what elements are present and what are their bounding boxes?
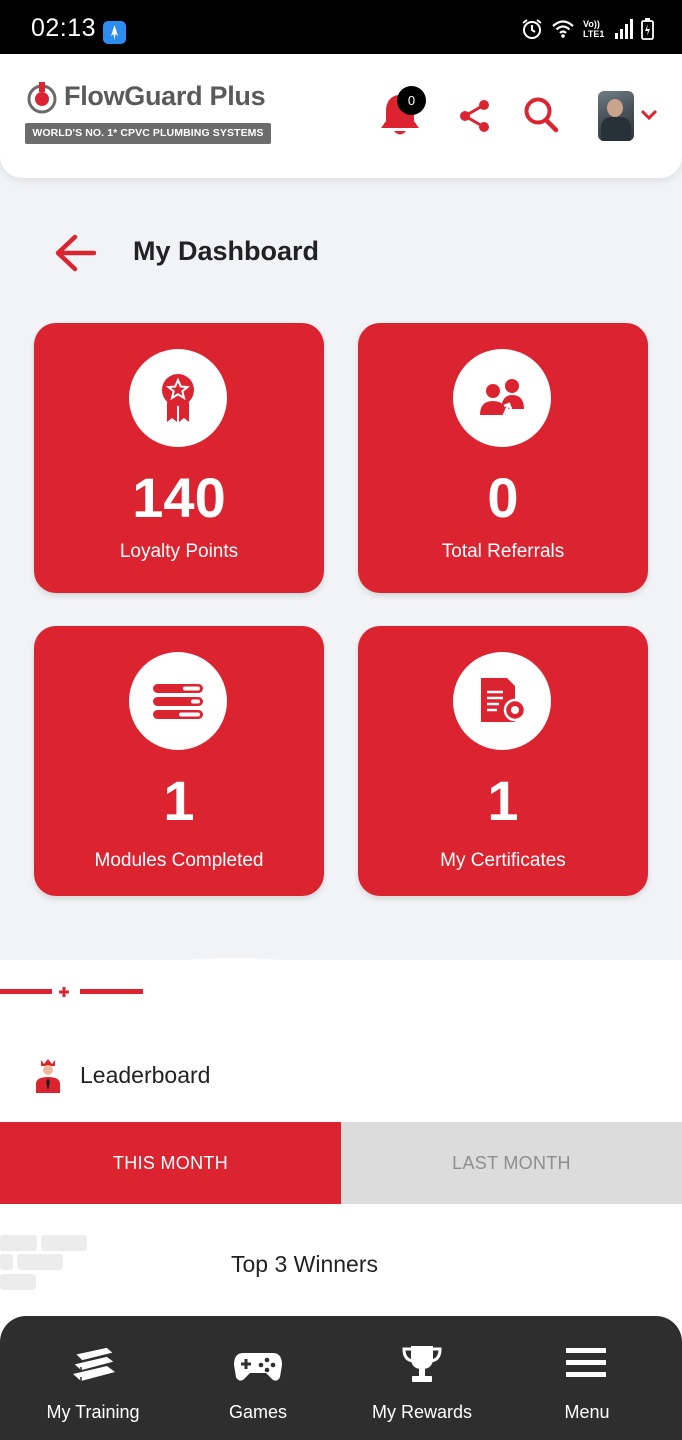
brand-name: FlowGuard Plus [64,81,266,111]
total-referrals-value: 0 [487,466,519,529]
page-title: My Dashboard [133,236,320,266]
total-referrals-label: Total Referrals [441,541,565,562]
brand-logo-icon [27,82,57,114]
my-certificates-label: My Certificates [440,850,566,871]
my-certificates-value: 1 [487,769,519,832]
wifi-icon [552,20,574,38]
nav-my-rewards[interactable]: My Rewards [337,1316,507,1440]
modules-list-icon [153,684,203,719]
modules-completed-value: 1 [163,769,195,832]
card-icon-circle [129,349,227,447]
modules-completed-card[interactable]: 1 Modules Completed [34,626,324,896]
share-icon[interactable] [459,99,491,133]
decorative-divider [0,987,143,997]
tab-last-month[interactable]: LAST MONTH [341,1122,682,1204]
total-referrals-card[interactable]: 0 Total Referrals [358,323,648,593]
search-icon[interactable] [523,96,559,134]
notification-count-badge: 0 [397,86,426,115]
gamepad-icon [234,1353,282,1381]
my-certificates-card[interactable]: 1 My Certificates [358,626,648,896]
nav-menu[interactable]: Menu [502,1316,672,1440]
bottom-navigation: My Training Games My Rewards Menu [0,1316,682,1440]
avatar[interactable] [598,91,634,141]
menu-icon [566,1348,606,1377]
app-header: FlowGuard Plus WORLD'S NO. 1* CPVC PLUMB… [0,54,682,178]
nav-menu-label: Menu [564,1402,610,1422]
top-winners-heading: Top 3 Winners [231,1251,379,1277]
loyalty-points-value: 140 [132,466,226,529]
certificate-icon [481,678,527,722]
status-bar: 02:13 Vo)) LTE1 [0,0,682,54]
network-label: Vo)) LTE1 [583,19,605,39]
card-icon-circle [453,652,551,750]
referral-people-icon [480,379,524,418]
leaderboard-person-icon [36,1059,60,1093]
signal-icon [615,19,633,39]
brick-pattern-decoration [0,1235,87,1290]
card-icon-circle [129,652,227,750]
card-icon-circle [453,349,551,447]
alarm-icon [522,19,542,39]
loyalty-points-label: Loyalty Points [119,541,239,562]
brand-tagline: WORLD'S NO. 1* CPVC PLUMBING SYSTEMS [25,123,271,144]
tab-this-month[interactable]: THIS MONTH [0,1122,341,1204]
status-icons: Vo)) LTE1 [521,18,654,40]
nav-games[interactable]: Games [173,1316,343,1440]
leaderboard-title: Leaderboard [80,1062,211,1088]
battery-icon [641,18,654,40]
back-arrow-icon[interactable] [54,232,96,274]
books-icon [71,1346,117,1381]
nav-my-training-label: My Training [46,1402,140,1422]
status-time: 02:13 [31,14,97,42]
nav-my-rewards-label: My Rewards [371,1402,473,1422]
modules-completed-label: Modules Completed [94,850,264,871]
loyalty-points-card[interactable]: 140 Loyalty Points [34,323,324,593]
nav-my-training[interactable]: My Training [8,1316,178,1440]
nav-games-label: Games [228,1402,288,1422]
award-ribbon-icon [162,374,194,422]
chevron-down-icon[interactable] [640,109,658,121]
app-notification-icon [103,21,126,44]
trophy-icon [402,1346,442,1382]
